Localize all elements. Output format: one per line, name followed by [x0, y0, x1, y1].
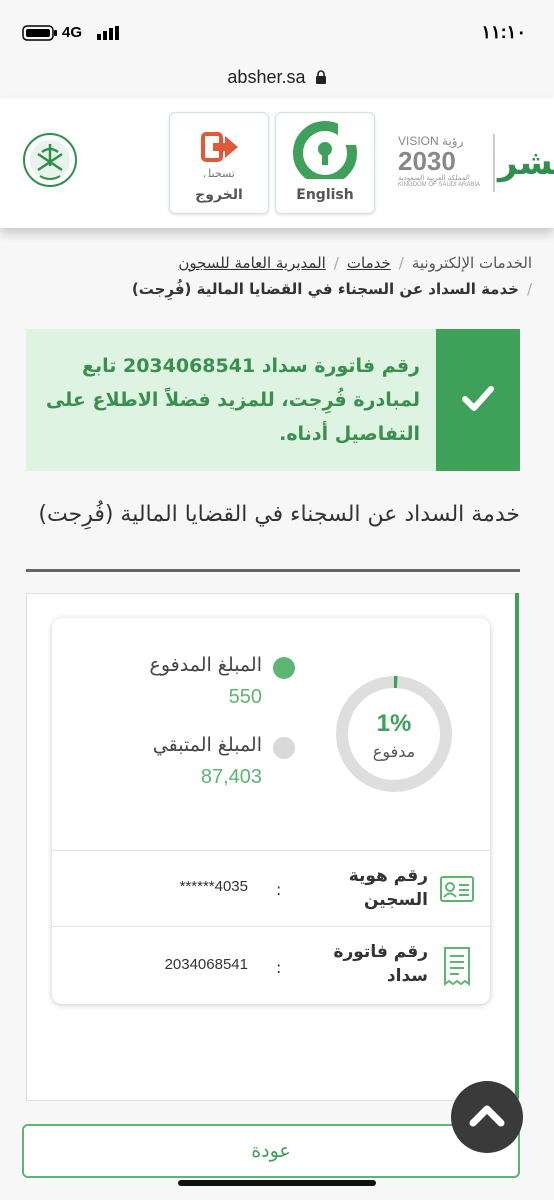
alert-check-box — [436, 329, 520, 471]
paid-legend-dot — [273, 657, 295, 679]
lock-icon — [315, 70, 326, 84]
prisoner-id-colon: : — [276, 880, 282, 899]
vision-year: 2030 — [398, 146, 456, 176]
vision-2030-logo: VISION رؤية 2030 المملكة العربية السعودي… — [398, 134, 490, 194]
invoice-colon: : — [276, 958, 282, 977]
url-bar[interactable]: absher.sa — [0, 62, 554, 98]
ministry-emblem-icon — [23, 133, 77, 187]
status-bar: 4G ١١:١٠ — [0, 0, 554, 62]
paid-amount-label: المبلغ المدفوع — [149, 654, 263, 676]
breadcrumb: الخدمات الإلكترونية/خدمات/المديرية العام… — [131, 254, 532, 298]
english-label: English — [296, 187, 354, 203]
status-time: ١١:١٠ — [481, 22, 526, 42]
receipt-icon — [444, 947, 470, 986]
invoice-number-value: 2034068541 — [164, 956, 248, 973]
scroll-to-top-button[interactable] — [451, 1081, 523, 1153]
english-language-button[interactable]: English — [275, 112, 375, 214]
signal-icon — [97, 26, 119, 40]
title-underline — [26, 569, 520, 572]
site-header: تسجيل الخروج English VISION رؤية 2030 ال… — [0, 98, 554, 228]
logout-sublabel: تسجيل — [203, 167, 235, 177]
remaining-legend-dot — [273, 737, 295, 759]
breadcrumb-item-prisons[interactable]: المديرية العامة للسجون — [178, 254, 325, 272]
absher-logo: أبشر — [498, 143, 554, 183]
network-type: 4G — [62, 24, 83, 41]
remaining-amount-label: المبلغ المتبقي — [152, 734, 262, 756]
card-divider — [52, 850, 490, 851]
invoice-number-label: رقم فاتورة سداد — [333, 942, 428, 986]
chevron-up-icon — [469, 1105, 505, 1127]
section-title: خدمة السداد عن السجناء في القضايا المالي… — [38, 502, 520, 527]
success-alert: رقم فاتورة سداد 2034068541 تابع لمبادرة … — [26, 329, 520, 471]
paid-amount-value: 550 — [228, 686, 262, 708]
absher-keyhole-icon — [293, 119, 358, 179]
payment-summary-card: 1% مدفوع المبلغ المدفوع 550 المبلغ المتب… — [52, 618, 490, 1004]
vision-sub-en: KINGDOM OF SAUDI ARABIA — [398, 182, 481, 188]
id-card-icon — [440, 876, 474, 902]
checkmark-icon — [462, 386, 494, 411]
breadcrumb-item-eservices[interactable]: الخدمات الإلكترونية — [412, 254, 532, 272]
battery-icon — [22, 25, 57, 41]
percent-paid-sub: مدفوع — [372, 742, 416, 761]
prisoner-id-label: رقم هوية السجين — [348, 866, 428, 910]
home-indicator — [178, 1180, 376, 1186]
back-button[interactable]: عودة — [22, 1124, 520, 1178]
prisoner-id-value: ******4035 — [179, 878, 248, 895]
percent-paid-text: 1% — [376, 710, 412, 737]
logout-button[interactable]: تسجيل الخروج — [169, 112, 269, 214]
logout-label: الخروج — [195, 187, 243, 203]
url-text: absher.sa — [227, 67, 306, 87]
breadcrumb-item-services[interactable]: خدمات — [347, 254, 391, 272]
breadcrumb-current: خدمة السداد عن السجناء في القضايا المالي… — [131, 280, 519, 298]
header-divider — [493, 134, 495, 192]
logout-icon — [201, 132, 238, 162]
card-divider — [52, 926, 490, 927]
alert-message: رقم فاتورة سداد 2034068541 تابع لمبادرة … — [45, 355, 420, 445]
panel-accent-bar — [515, 593, 519, 1099]
vision-sub-ar: المملكة العربية السعودية — [398, 174, 470, 182]
remaining-amount-value: 87,403 — [200, 766, 262, 788]
